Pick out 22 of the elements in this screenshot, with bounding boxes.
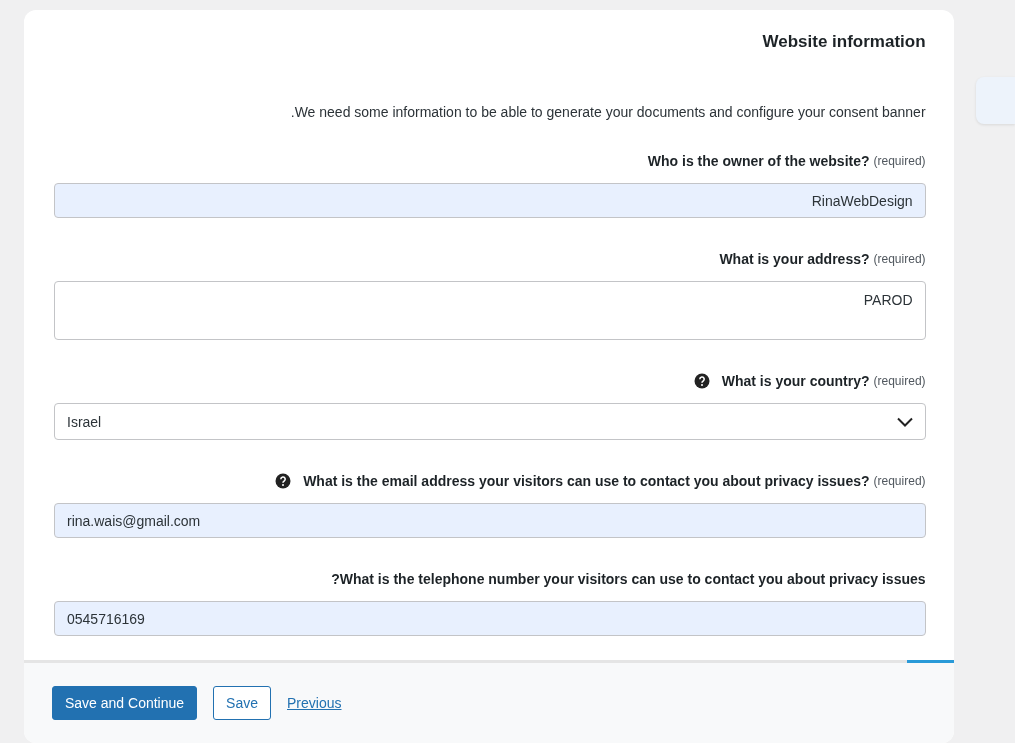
previous-link[interactable]: Previous <box>287 695 342 711</box>
save-button[interactable]: Save <box>213 686 271 720</box>
required-note: (required) <box>873 154 926 168</box>
input-field[interactable]: 0545716169 <box>54 601 926 636</box>
description-text: .We need some information to be able to generate your documents and configure your consent banner <box>290 104 926 120</box>
required-note: (required) <box>873 474 926 488</box>
field-label: What is the email address your visitors can use to contact you about privacy issues? <box>303 473 870 489</box>
help-icon[interactable] <box>275 473 292 489</box>
help-icon[interactable] <box>693 373 710 389</box>
field-label: Who is the owner of the website? <box>647 153 870 169</box>
field-label: What is your country? <box>721 373 870 389</box>
input-field[interactable]: RinaWebDesign <box>54 183 926 218</box>
chevron-down-icon <box>896 416 913 427</box>
section-title: Website information <box>762 32 926 52</box>
address-field[interactable]: PAROD <box>54 281 926 340</box>
required-note: (required) <box>873 252 926 266</box>
field-label: What is your address? <box>719 251 870 267</box>
required-note: (required) <box>873 374 926 388</box>
country-select[interactable]: Israel <box>54 403 926 440</box>
save-continue-button[interactable]: Save and Continue <box>52 686 198 720</box>
input-field[interactable]: rina.wais@gmail.com <box>54 503 926 538</box>
field-label: ?What is the telephone number your visitors can use to contact you about privacy issues <box>331 571 926 587</box>
